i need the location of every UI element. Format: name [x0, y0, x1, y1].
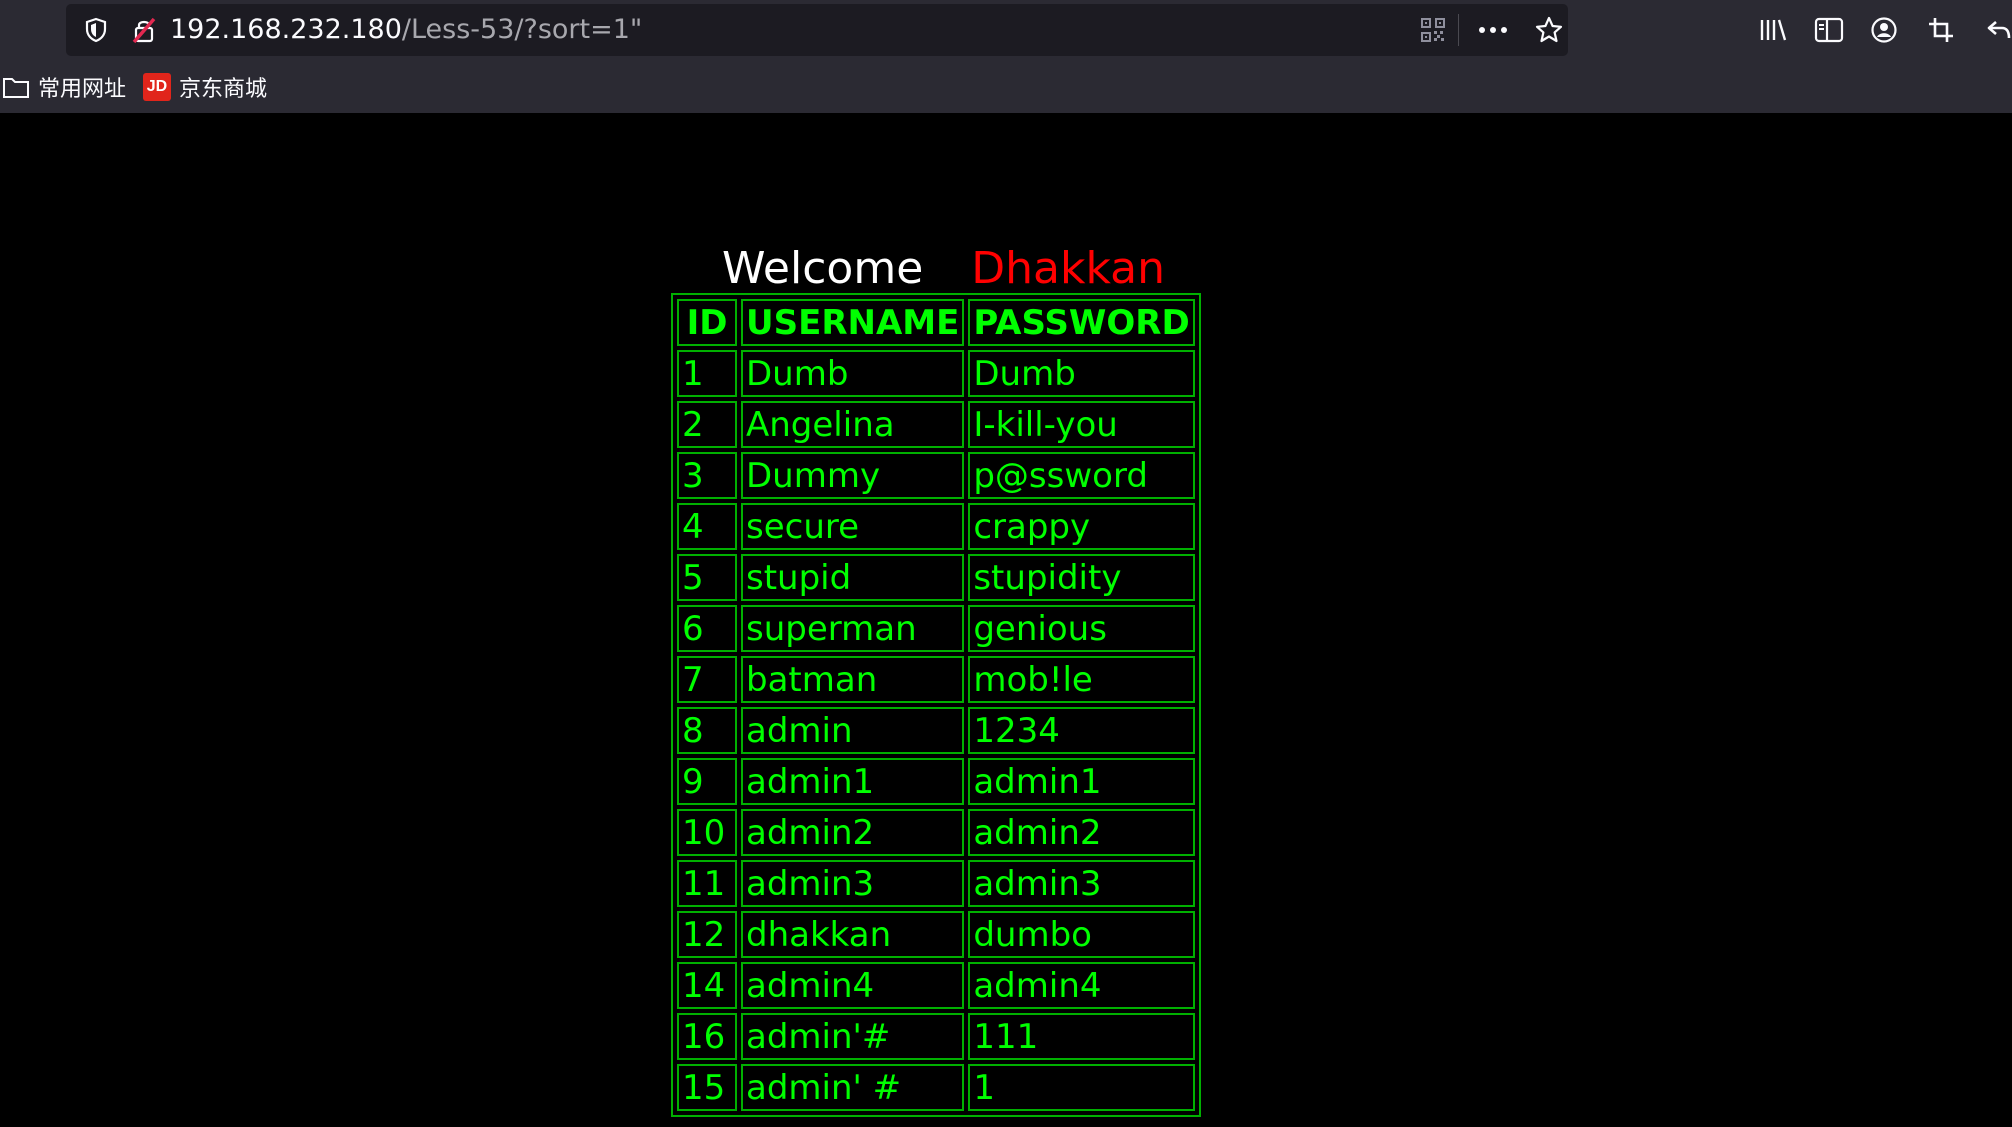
cell-username: admin4	[741, 962, 965, 1009]
cell-id: 10	[677, 809, 737, 856]
url-bar-separator	[1458, 14, 1459, 46]
welcome-text: Welcome	[722, 243, 924, 294]
shield-icon[interactable]	[76, 4, 116, 56]
bookmark-jd[interactable]: JD 京东商城	[143, 60, 267, 113]
table-row: 7 batman mob!le	[677, 656, 1195, 703]
cell-id: 15	[677, 1064, 737, 1111]
cell-id: 9	[677, 758, 737, 805]
cell-id: 1	[677, 350, 737, 397]
cell-password: admin2	[968, 809, 1195, 856]
cell-password: stupidity	[968, 554, 1195, 601]
cell-password: Dumb	[968, 350, 1195, 397]
library-icon[interactable]	[1747, 4, 1799, 56]
table-row: 10 admin2 admin2	[677, 809, 1195, 856]
table-row: 1 Dumb Dumb	[677, 350, 1195, 397]
cell-username: admin2	[741, 809, 965, 856]
cell-username: Dumb	[741, 350, 965, 397]
cell-id: 11	[677, 860, 737, 907]
table-row: 3 Dummy p@ssword	[677, 452, 1195, 499]
table-row: 4 secure crappy	[677, 503, 1195, 550]
cell-id: 12	[677, 911, 737, 958]
back-icon[interactable]	[1972, 4, 2012, 56]
cell-password: 1	[968, 1064, 1195, 1111]
cell-password: dumbo	[968, 911, 1195, 958]
url-text[interactable]: 192.168.232.180/Less-53/?sort=1"	[170, 4, 642, 56]
welcome-line: Welcome Dhakkan	[722, 239, 1165, 299]
welcome-name: Dhakkan	[971, 243, 1166, 294]
table-row: 11 admin3 admin3	[677, 860, 1195, 907]
bookmark-jd-label: 京东商城	[179, 76, 268, 102]
table-header-row: ID USERNAME PASSWORD	[677, 299, 1195, 346]
cell-id: 8	[677, 707, 737, 754]
cell-username: stupid	[741, 554, 965, 601]
bookmark-common-sites[interactable]: 常用网址	[2, 60, 126, 113]
cell-password: genious	[968, 605, 1195, 652]
header-id: ID	[677, 299, 737, 346]
header-password: PASSWORD	[968, 299, 1195, 346]
table-row: 6 superman genious	[677, 605, 1195, 652]
folder-icon	[3, 77, 29, 98]
table-row: 15 admin' #1	[677, 1064, 1195, 1111]
star-icon[interactable]	[1524, 4, 1574, 56]
cell-username: admin1	[741, 758, 965, 805]
cell-id: 5	[677, 554, 737, 601]
qr-code-icon[interactable]	[1410, 4, 1456, 56]
results-table: ID USERNAME PASSWORD 1 Dumb Dumb 2 Angelina I…	[671, 293, 1201, 1117]
cell-password: admin3	[968, 860, 1195, 907]
cell-username: admin3	[741, 860, 965, 907]
screenshot-icon[interactable]	[1915, 4, 1967, 56]
cell-username: superman	[741, 605, 965, 652]
account-icon[interactable]	[1858, 4, 1910, 56]
table-row: 14 admin4 admin4	[677, 962, 1195, 1009]
cell-password: 111	[968, 1013, 1195, 1060]
cell-password: admin4	[968, 962, 1195, 1009]
more-icon[interactable]	[1468, 4, 1518, 56]
url-host: 192.168.232.180	[170, 14, 402, 45]
insecure-lock-icon[interactable]	[124, 4, 164, 56]
browser-toolbar: 192.168.232.180/Less-53/?sort=1"	[0, 0, 2012, 60]
table-row: 9 admin1 admin1	[677, 758, 1195, 805]
cell-username: Angelina	[741, 401, 965, 448]
bookmarks-bar: 常用网址 JD 京东商城	[0, 60, 2012, 162]
cell-username: dhakkan	[741, 911, 965, 958]
cell-password: 1234	[968, 707, 1195, 754]
cell-username: secure	[741, 503, 965, 550]
page-content: Welcome Dhakkan ID USERNAME PASSWORD 1 Dum…	[0, 113, 2012, 1127]
table-row: 8 admin 1234	[677, 707, 1195, 754]
jd-logo-icon: JD	[143, 72, 171, 101]
cell-password: I-kill-you	[968, 401, 1195, 448]
table-row: 16 admin'# 111	[677, 1013, 1195, 1060]
cell-id: 6	[677, 605, 737, 652]
cell-password: mob!le	[968, 656, 1195, 703]
bookmark-common-label: 常用网址	[38, 76, 127, 102]
table-row: 2 Angelina I-kill-you	[677, 401, 1195, 448]
cell-id: 2	[677, 401, 737, 448]
url-bar[interactable]: 192.168.232.180/Less-53/?sort=1"	[66, 4, 1568, 56]
table-row: 5 stupid stupidity	[677, 554, 1195, 601]
cell-username: admin	[741, 707, 965, 754]
cell-password: p@ssword	[968, 452, 1195, 499]
table-body: 1 Dumb Dumb 2 Angelina I-kill-you 3 Dummy p@sswo…	[677, 350, 1195, 1111]
cell-password: admin1	[968, 758, 1195, 805]
cell-username: admin' #	[741, 1064, 965, 1111]
sidebar-icon[interactable]	[1803, 4, 1855, 56]
table-row: 12 dhakkan dumbo	[677, 911, 1195, 958]
header-username: USERNAME	[741, 299, 965, 346]
cell-id: 3	[677, 452, 737, 499]
cell-id: 14	[677, 962, 737, 1009]
cell-username: admin'#	[741, 1013, 965, 1060]
cell-id: 16	[677, 1013, 737, 1060]
cell-password: crappy	[968, 503, 1195, 550]
cell-username: batman	[741, 656, 965, 703]
cell-id: 7	[677, 656, 737, 703]
url-path: /Less-53/?sort=1"	[401, 14, 643, 45]
cell-id: 4	[677, 503, 737, 550]
cell-username: Dummy	[741, 452, 965, 499]
